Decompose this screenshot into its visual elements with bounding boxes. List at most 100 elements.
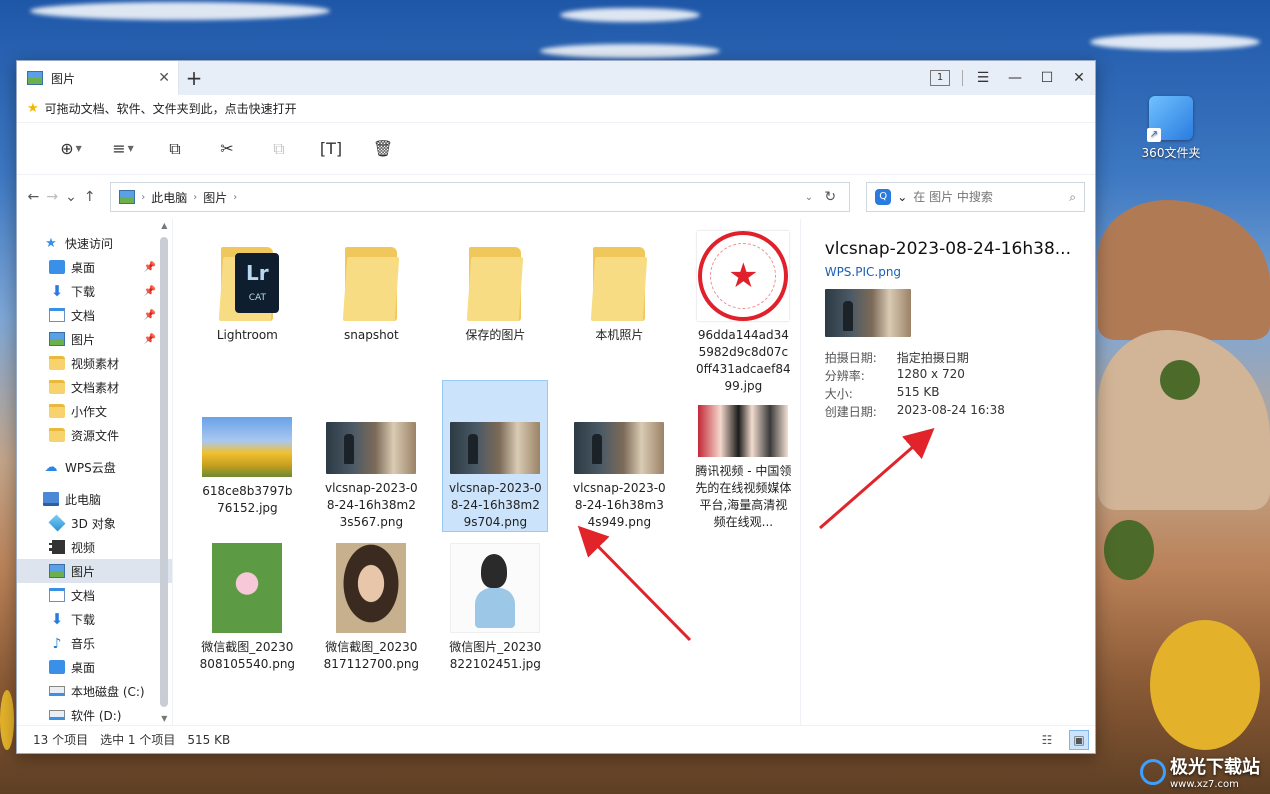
explorer-body: ★ 快速访问 桌面 📌 ⬇ 下载 📌 文档 📌 图片 📌 视频素材 文档素材 小作文 资源… — [17, 219, 1095, 725]
sidebar-item-essay[interactable]: 小作文 — [17, 399, 172, 423]
sidebar-item-drive-c[interactable]: 本地磁盘 (C:) — [17, 679, 172, 703]
window-count-badge[interactable]: 1 — [930, 70, 950, 86]
sidebar-item-3d-objects[interactable]: 3D 对象 — [17, 511, 172, 535]
search-input[interactable] — [913, 190, 1064, 204]
sidebar-item-label: 下载 — [71, 612, 96, 627]
file-item[interactable]: 微信图片_20230822102451.jpg — [443, 537, 547, 687]
sidebar-item-doc-assets[interactable]: 文档素材 — [17, 375, 172, 399]
plus-circle-icon: ⊕ — [60, 139, 74, 158]
sidebar-item-this-pc[interactable]: 此电脑 — [17, 487, 172, 511]
file-item[interactable]: 本机照片 — [567, 225, 671, 375]
sidebar-item-resources[interactable]: 资源文件 — [17, 423, 172, 447]
cloud — [560, 8, 700, 22]
scroll-down-icon[interactable]: ▼ — [158, 714, 170, 723]
sidebar-item-label: WPS云盘 — [65, 460, 116, 475]
thumbnail-view-icon[interactable]: ▣ — [1069, 729, 1089, 750]
folder-icon — [467, 247, 524, 321]
sidebar-item-pictures-pc[interactable]: 图片 — [17, 559, 173, 583]
sidebar-item-music[interactable]: ♪ 音乐 — [17, 631, 172, 655]
new-tab-button[interactable]: + — [179, 61, 209, 95]
tree — [0, 690, 14, 750]
sidebar-item-pictures[interactable]: 图片 📌 — [17, 327, 172, 351]
chevron-right-icon[interactable]: › — [233, 192, 237, 203]
scrollbar-thumb[interactable] — [160, 237, 169, 707]
sidebar-item-desktop-pc[interactable]: 桌面 — [17, 655, 172, 679]
history-chevron-icon[interactable]: ⌄ — [65, 189, 78, 205]
minimize-icon[interactable]: — — [999, 70, 1031, 86]
chevron-right-icon[interactable]: › — [193, 192, 197, 203]
sort-button[interactable]: ≡ ▼ — [97, 133, 149, 165]
sidebar-item-video-assets[interactable]: 视频素材 — [17, 351, 172, 375]
sidebar-item-downloads[interactable]: ⬇ 下载 📌 — [17, 279, 172, 303]
file-item[interactable]: snapshot — [319, 225, 423, 375]
search-engine-icon[interactable]: Q — [875, 189, 892, 205]
watermark-text: 极光下载站 — [1170, 757, 1260, 778]
search-box[interactable]: Q ⌄ ⌕ — [866, 182, 1085, 212]
sidebar-item-label: 图片 — [71, 564, 96, 579]
paste-button[interactable]: ⧉ — [253, 133, 305, 165]
sidebar-item-label: 文档 — [71, 588, 96, 603]
quick-launch-bar[interactable]: ★ 可拖动文档、软件、文件夹到此，点击快速打开 — [17, 95, 1095, 123]
back-arrow-icon[interactable]: ← — [27, 189, 40, 205]
maximize-icon[interactable]: ☐ — [1031, 70, 1063, 86]
preview-app-link[interactable]: WPS.PIC.png — [825, 265, 1071, 279]
star-icon: ★ — [45, 236, 57, 251]
address-dropdown-icon[interactable]: ⌄ — [805, 192, 813, 203]
sidebar-item-drive-d[interactable]: 软件 (D:) — [17, 703, 172, 727]
desktop-icon — [49, 660, 65, 674]
pictures-icon — [27, 71, 43, 85]
property-row: 大小: 515 KB — [824, 385, 940, 401]
sidebar-item-documents-pc[interactable]: 文档 — [17, 583, 172, 607]
close-tab-icon[interactable]: ✕ — [158, 70, 170, 86]
file-item[interactable]: 618ce8b3797b76152.jpg — [195, 381, 299, 531]
refresh-icon[interactable]: ↻ — [819, 189, 841, 205]
trash-icon: 🗑 — [372, 139, 394, 158]
image-thumbnail — [450, 422, 541, 474]
copy-button[interactable]: ⧉ — [149, 133, 201, 165]
sidebar-item-downloads-pc[interactable]: ⬇ 下载 — [17, 607, 172, 631]
cut-button[interactable]: ✂ — [201, 133, 253, 165]
sidebar-item-videos[interactable]: 视频 — [17, 535, 172, 559]
scroll-up-icon[interactable]: ▲ — [158, 221, 170, 230]
image-thumbnail — [212, 543, 283, 633]
tree — [1160, 360, 1200, 400]
file-item[interactable]: vlcsnap-2023-08-24-16h38m34s949.png — [567, 381, 671, 531]
rename-button[interactable]: [T] — [305, 133, 357, 165]
chevron-right-icon[interactable]: › — [141, 192, 145, 203]
file-item[interactable]: 微信截图_20230817112700.png — [319, 537, 423, 687]
file-item[interactable]: vlcsnap-2023-08-24-16h38m23s567.png — [319, 381, 423, 531]
folder-icon — [49, 404, 65, 418]
up-arrow-icon[interactable]: ↑ — [83, 189, 96, 205]
close-window-icon[interactable]: ✕ — [1063, 70, 1095, 86]
forward-arrow-icon[interactable]: → — [46, 189, 59, 205]
menu-icon[interactable]: ☰ — [967, 70, 999, 86]
chevron-down-icon[interactable]: ⌄ — [897, 190, 907, 204]
file-item[interactable]: 微信截图_20230808105540.png — [195, 537, 299, 687]
breadcrumb-pictures[interactable]: 图片 — [203, 189, 227, 206]
property-row: 拍摄日期: 指定拍摄日期 — [824, 351, 969, 365]
details-view-icon[interactable]: ☷ — [1037, 730, 1057, 750]
sidebar-item-quick-access[interactable]: ★ 快速访问 — [17, 231, 172, 255]
search-icon[interactable]: ⌕ — [1069, 190, 1076, 205]
breadcrumb-this-pc[interactable]: 此电脑 — [151, 189, 187, 206]
tree — [1150, 620, 1260, 750]
image-thumbnail — [202, 417, 293, 477]
new-button[interactable]: ⊕ ▼ — [45, 133, 97, 165]
sidebar-item-wps-cloud[interactable]: ☁ WPS云盘 — [17, 455, 172, 479]
tab-pictures[interactable]: 图片 ✕ — [17, 61, 179, 95]
file-item-selected[interactable]: vlcsnap-2023-08-24-16h38m29s704.png — [442, 380, 549, 532]
file-item[interactable]: Lr CAT Lightroom — [195, 225, 299, 375]
address-bar[interactable]: › 此电脑 › 图片 › ⌄ ↻ — [110, 182, 851, 212]
seal-stamp-image: ★ — [698, 231, 789, 321]
copy-icon: ⧉ — [169, 138, 181, 158]
file-item[interactable]: ★ 96dda144ad345982d9c8d07c0ff431adcaef84… — [691, 225, 795, 393]
sidebar-item-desktop[interactable]: 桌面 📌 — [17, 255, 172, 279]
delete-button[interactable]: 🗑 — [357, 133, 409, 165]
cloud — [540, 44, 720, 58]
sidebar-scrollbar[interactable]: ▲ ▼ — [158, 219, 170, 725]
watermark-logo-icon — [1140, 758, 1166, 785]
file-item[interactable]: 腾讯视频 - 中国领先的在线视频媒体平台,海量高清视频在线观... — [691, 381, 795, 531]
sidebar-item-documents[interactable]: 文档 📌 — [17, 303, 172, 327]
desktop-icon-360-folder[interactable]: 360文件夹 — [1136, 96, 1206, 161]
file-item[interactable]: 保存的图片 — [443, 225, 547, 375]
